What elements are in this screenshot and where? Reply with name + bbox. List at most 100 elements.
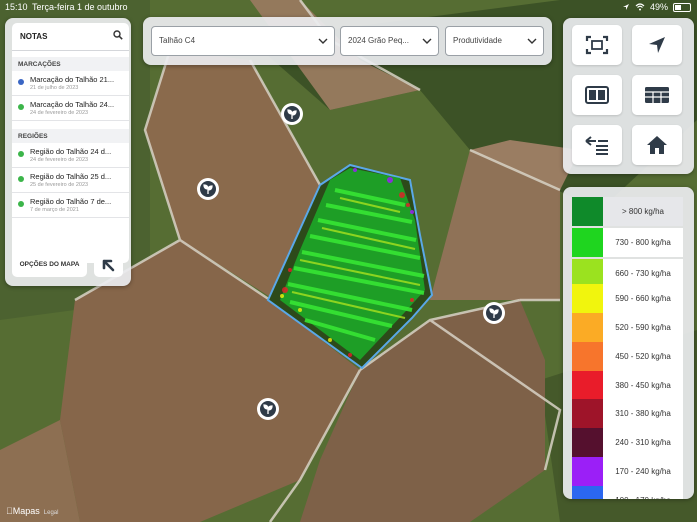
legend-row: 520 - 590 kg/ha: [572, 313, 684, 342]
legend-swatch: [572, 399, 603, 428]
legend-label: 380 - 450 kg/ha: [603, 371, 683, 400]
legend-swatch: [572, 313, 603, 342]
arrow-up-left-icon: [102, 259, 115, 272]
location-icon: [622, 4, 629, 10]
region-date: 25 de fevereiro de 2023: [30, 182, 89, 188]
legend-swatch: [572, 486, 603, 499]
notes-panel: NOTAS MARCAÇÕES Marcação do Talhão 21...…: [5, 18, 131, 286]
productivity-legend: > 800 kg/ha 730 - 800 kg/ha 660 - 730 kg…: [563, 187, 694, 499]
apple-logo-icon: : [6, 506, 13, 516]
legend-row: > 800 kg/ha: [572, 197, 684, 226]
legend-swatch: [572, 284, 603, 313]
notes-card: NOTAS MARCAÇÕES Marcação do Talhão 21...…: [12, 23, 129, 263]
region-title: Região do Talhão 25 d...: [30, 172, 112, 181]
markings-section-label: MARCAÇÕES: [12, 57, 129, 71]
season-select[interactable]: 2024 Grão Peq...: [340, 26, 439, 56]
marking-date: 24 de fevereiro de 2023: [30, 110, 89, 116]
legend-label: 730 - 800 kg/ha: [603, 228, 683, 257]
field-select[interactable]: Talhão C4: [151, 26, 335, 56]
region-item[interactable]: Região do Talhão 25 d... 25 de fevereiro…: [12, 168, 129, 193]
plant-marker[interactable]: [197, 178, 219, 200]
field-select-value: Talhão C4: [159, 36, 196, 45]
status-date: Terça-feira 1 de outubro: [32, 2, 128, 12]
map-options-button[interactable]: OPÇÕES DO MAPA: [12, 251, 87, 277]
sprout-icon: [203, 184, 213, 194]
import-list-button[interactable]: [572, 125, 622, 165]
region-title: Região do Talhão 7 de...: [30, 197, 112, 206]
wifi-icon: [635, 3, 645, 11]
marking-date: 21 de julho de 2023: [30, 85, 79, 91]
notes-title: NOTAS: [20, 32, 48, 41]
legend-swatch: [572, 371, 603, 400]
maps-attribution: Mapas Legal: [6, 506, 58, 516]
expand-button[interactable]: [94, 251, 123, 277]
marking-title: Marcação do Talhão 24...: [30, 100, 115, 109]
legend-label: 240 - 310 kg/ha: [603, 428, 683, 457]
chevron-down-icon: [318, 38, 328, 44]
fullscreen-frame-icon: [585, 35, 609, 55]
season-select-value: 2024 Grão Peq...: [348, 36, 409, 45]
home-button[interactable]: [632, 125, 682, 165]
regions-section-label: REGIÕES: [12, 129, 129, 143]
filter-bar: Talhão C4 2024 Grão Peq... Produtividade: [143, 17, 552, 65]
navigation-arrow-icon: [649, 37, 665, 53]
plant-marker[interactable]: [257, 398, 279, 420]
legend-row: 240 - 310 kg/ha: [572, 428, 684, 457]
legend-label: > 800 kg/ha: [603, 197, 683, 226]
sprout-icon: [287, 109, 297, 119]
legend-label: 100 - 170 kg/ha: [603, 486, 683, 499]
legend-swatch: [572, 197, 603, 226]
status-bar: 15:10 Terça-feira 1 de outubro 49%: [0, 0, 697, 14]
layer-select-value: Produtividade: [453, 36, 502, 45]
plant-marker[interactable]: [483, 302, 505, 324]
chevron-down-icon: [527, 38, 537, 44]
legal-link[interactable]: Legal: [44, 510, 59, 516]
legend-swatch: [572, 228, 603, 257]
battery-icon: [673, 2, 691, 12]
split-view-icon: [585, 86, 609, 104]
legend-row: 450 - 520 kg/ha: [572, 342, 684, 371]
table-button[interactable]: [632, 75, 682, 115]
legend-label: 170 - 240 kg/ha: [603, 457, 683, 486]
region-item[interactable]: Região do Talhão 7 de... 7 de março de 2…: [12, 193, 129, 218]
legend-row: 730 - 800 kg/ha: [572, 228, 684, 257]
battery-percent: 49%: [649, 2, 668, 12]
split-view-button[interactable]: [572, 75, 622, 115]
plant-marker[interactable]: [281, 103, 303, 125]
region-dot: [18, 201, 24, 207]
marking-item[interactable]: Marcação do Talhão 24... 24 de fevereiro…: [12, 96, 129, 121]
focus-button[interactable]: [572, 25, 622, 65]
legend-label: 310 - 380 kg/ha: [603, 399, 683, 428]
maps-brand: Mapas: [6, 506, 40, 516]
location-button[interactable]: [632, 25, 682, 65]
list-transfer-icon: [585, 136, 608, 155]
tools-panel: [563, 18, 694, 174]
table-icon: [645, 87, 669, 103]
chevron-down-icon: [422, 38, 432, 44]
legend-row: 380 - 450 kg/ha: [572, 371, 684, 400]
sprout-icon: [489, 308, 499, 318]
marking-title: Marcação do Talhão 21...: [30, 75, 115, 84]
legend-row: 170 - 240 kg/ha: [572, 457, 684, 486]
region-dot: [18, 151, 24, 157]
layer-select[interactable]: Produtividade: [445, 26, 544, 56]
legend-swatch: [572, 428, 603, 457]
home-icon: [647, 136, 667, 154]
marking-dot: [18, 104, 24, 110]
status-time: 15:10: [5, 2, 28, 12]
marking-dot: [18, 79, 24, 85]
legend-label: 520 - 590 kg/ha: [603, 313, 683, 342]
legend-label: 450 - 520 kg/ha: [603, 342, 683, 371]
legend-label: 590 - 660 kg/ha: [603, 284, 683, 313]
region-title: Região do Talhão 24 d...: [30, 147, 112, 156]
region-item[interactable]: Região do Talhão 24 d... 24 de fevereiro…: [12, 143, 129, 168]
legend-swatch: [572, 457, 603, 486]
legend-row: 310 - 380 kg/ha: [572, 399, 684, 428]
legend-row: 590 - 660 kg/ha: [572, 284, 684, 313]
legend-swatch: [572, 342, 603, 371]
status-indicators: 49%: [622, 2, 691, 12]
notes-header: NOTAS: [12, 23, 129, 51]
search-icon[interactable]: [113, 30, 123, 40]
marking-item[interactable]: Marcação do Talhão 21... 21 de julho de …: [12, 71, 129, 96]
region-date: 7 de março de 2021: [30, 207, 79, 213]
